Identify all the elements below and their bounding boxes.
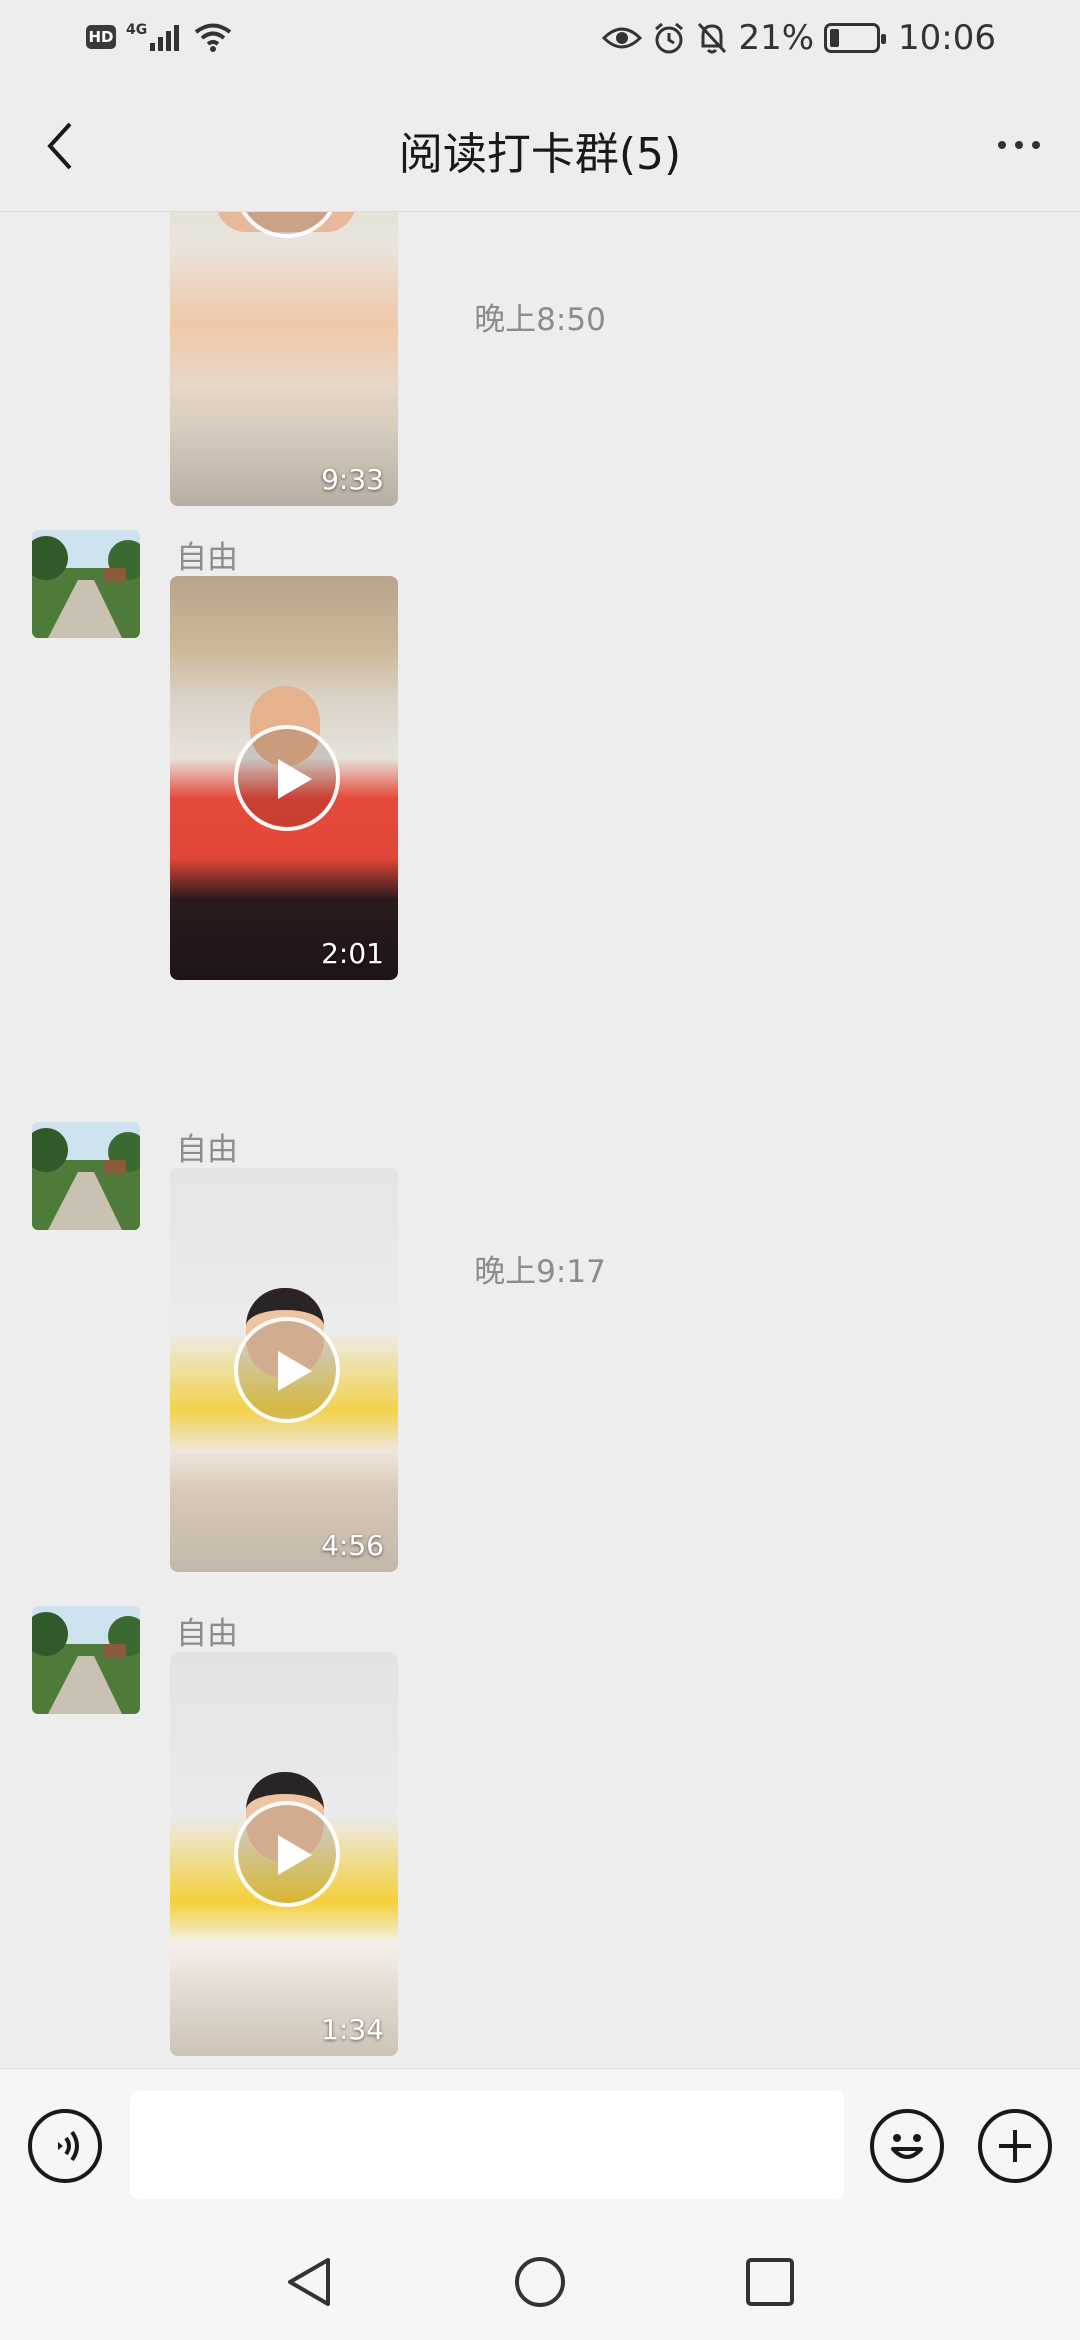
play-icon[interactable] xyxy=(234,1801,340,1907)
sender-name: 自由 xyxy=(176,540,238,576)
chat-title: 阅读打卡群(5) xyxy=(398,129,682,180)
eye-icon xyxy=(602,27,643,49)
emoji-button[interactable] xyxy=(870,2109,944,2183)
video-message[interactable]: 9:33 xyxy=(170,212,398,506)
voice-button[interactable] xyxy=(28,2109,102,2183)
cellular-signal-icon xyxy=(150,25,180,51)
status-bar: HD 4G 21% 10:06 xyxy=(0,0,1080,80)
avatar-path-image xyxy=(32,530,140,638)
battery-percent: 21% xyxy=(738,18,815,58)
message-input[interactable] xyxy=(130,2091,844,2199)
voice-icon xyxy=(58,2130,79,2162)
sender-name: 自由 xyxy=(176,1132,238,1168)
avatar-path-image xyxy=(32,1122,140,1230)
clock-time: 10:06 xyxy=(898,18,996,58)
video-duration: 9:33 xyxy=(321,463,384,496)
sender-name: 自由 xyxy=(176,1616,238,1652)
home-circle-icon[interactable] xyxy=(512,2254,568,2310)
status-bar-right: 21% 10:06 xyxy=(602,18,996,58)
video-message[interactable]: 1:34 xyxy=(170,1652,398,2056)
more-functions-button[interactable] xyxy=(978,2109,1052,2183)
avatar[interactable] xyxy=(32,1606,140,1714)
video-duration: 4:56 xyxy=(321,1529,384,1562)
system-navigation-bar xyxy=(0,2224,1080,2340)
message-list[interactable]: 9:33 晚上8:50 自由 2:01 晚上9:17 自由 4:56 自由 1:… xyxy=(0,212,1080,2068)
avatar[interactable] xyxy=(32,530,140,638)
timestamp: 晚上9:17 xyxy=(474,1254,606,1290)
battery-icon xyxy=(824,23,887,53)
back-triangle-icon[interactable] xyxy=(282,2254,338,2310)
play-icon[interactable] xyxy=(234,725,340,831)
network-type-label: 4G xyxy=(126,22,148,38)
chat-header: 阅读打卡群(5) xyxy=(0,80,1080,212)
more-dots-icon xyxy=(998,141,1006,149)
video-message[interactable]: 4:56 xyxy=(170,1168,398,1572)
video-message[interactable]: 2:01 xyxy=(170,576,398,980)
video-duration: 2:01 xyxy=(321,937,384,970)
mute-bell-icon xyxy=(698,22,727,54)
emoji-icon xyxy=(891,2134,923,2159)
hd-badge: HD xyxy=(86,25,116,49)
avatar-path-image xyxy=(32,1606,140,1714)
battery-level-fill xyxy=(830,29,840,47)
video-duration: 1:34 xyxy=(321,2013,384,2046)
timestamp: 晚上8:50 xyxy=(474,302,606,338)
avatar[interactable] xyxy=(32,1122,140,1230)
more-options-button[interactable] xyxy=(984,120,1054,170)
status-bar-left: HD 4G xyxy=(86,22,233,52)
play-icon[interactable] xyxy=(234,1317,340,1423)
recents-square-icon[interactable] xyxy=(742,2254,798,2310)
alarm-icon xyxy=(655,22,684,54)
wifi-icon xyxy=(195,23,232,52)
input-bar xyxy=(0,2068,1080,2224)
video-thumbnail xyxy=(170,212,398,506)
